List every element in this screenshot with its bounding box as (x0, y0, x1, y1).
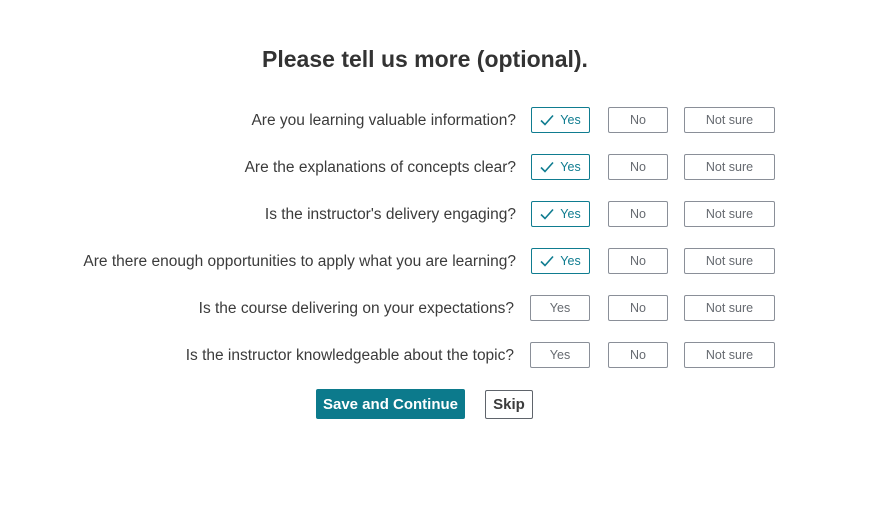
yes-option-label: Yes (560, 160, 581, 174)
yes-option-label: Yes (549, 301, 571, 315)
not-sure-option-label: Not sure (705, 254, 754, 268)
no-option-label: No (630, 254, 646, 268)
no-option-label: No (630, 160, 646, 174)
yes-option-label: Yes (560, 254, 581, 268)
no-option-label: No (630, 207, 646, 221)
not-sure-option[interactable]: Not sure (684, 107, 775, 133)
not-sure-option[interactable]: Not sure (684, 154, 775, 180)
check-icon (540, 114, 554, 126)
yes-option[interactable]: Yes (530, 295, 590, 321)
question-row: Is the instructor's delivery engaging? Y… (0, 201, 873, 229)
question-label: Is the instructor's delivery engaging? (264, 206, 516, 223)
no-option[interactable]: No (608, 154, 668, 180)
yes-option[interactable]: Yes (530, 342, 590, 368)
not-sure-option-label: Not sure (705, 113, 754, 127)
not-sure-option-label: Not sure (705, 207, 754, 221)
not-sure-option-label: Not sure (705, 348, 754, 362)
not-sure-option[interactable]: Not sure (684, 248, 775, 274)
no-option[interactable]: No (608, 295, 668, 321)
no-option[interactable]: No (608, 248, 668, 274)
question-row: Is the instructor knowledgeable about th… (0, 342, 873, 370)
skip-button[interactable]: Skip (485, 390, 533, 419)
check-icon (540, 208, 554, 220)
not-sure-option-label: Not sure (705, 160, 754, 174)
question-label: Are you learning valuable information? (251, 112, 516, 129)
question-row: Are there enough opportunities to apply … (0, 248, 873, 276)
yes-option[interactable]: Yes (531, 201, 590, 227)
yes-option[interactable]: Yes (531, 154, 590, 180)
no-option-label: No (630, 301, 646, 315)
save-and-continue-button[interactable]: Save and Continue (316, 389, 465, 419)
no-option-label: No (630, 113, 646, 127)
yes-option-label: Yes (549, 348, 571, 362)
not-sure-option[interactable]: Not sure (684, 201, 775, 227)
question-label: Are there enough opportunities to apply … (83, 253, 516, 270)
question-label: Is the instructor knowledgeable about th… (185, 347, 514, 364)
not-sure-option[interactable]: Not sure (684, 295, 775, 321)
no-option-label: No (630, 348, 646, 362)
no-option[interactable]: No (608, 342, 668, 368)
yes-option-label: Yes (560, 207, 581, 221)
question-row: Are the explanations of concepts clear? … (0, 154, 873, 182)
yes-option[interactable]: Yes (531, 107, 590, 133)
not-sure-option-label: Not sure (705, 301, 754, 315)
question-label: Is the course delivering on your expecta… (198, 300, 514, 317)
yes-option-label: Yes (560, 113, 581, 127)
yes-option[interactable]: Yes (531, 248, 590, 274)
feedback-page: Please tell us more (optional). Are you … (0, 0, 873, 511)
check-icon (540, 161, 554, 173)
question-row: Is the course delivering on your expecta… (0, 295, 873, 323)
no-option[interactable]: No (608, 107, 668, 133)
not-sure-option[interactable]: Not sure (684, 342, 775, 368)
no-option[interactable]: No (608, 201, 668, 227)
question-label: Are the explanations of concepts clear? (244, 159, 516, 176)
question-row: Are you learning valuable information? Y… (0, 107, 873, 135)
page-title: Please tell us more (optional). (262, 46, 588, 72)
check-icon (540, 255, 554, 267)
